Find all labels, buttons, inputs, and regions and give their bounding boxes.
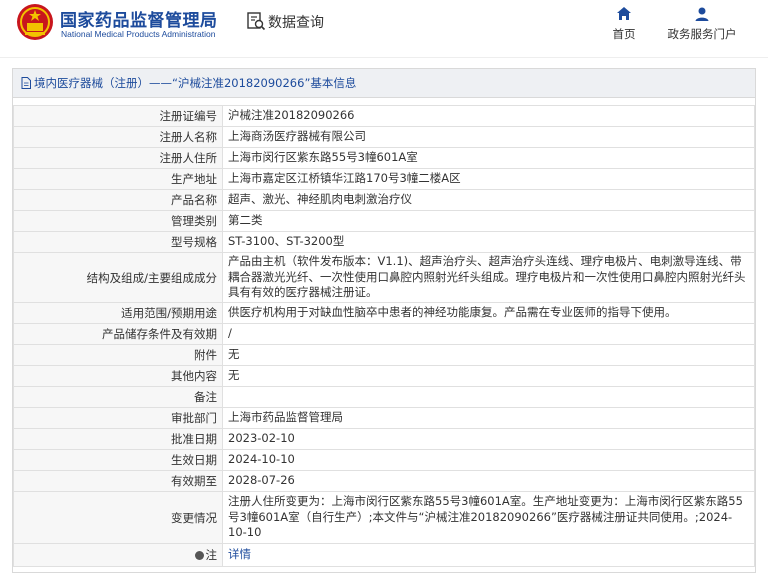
note-icon: [194, 551, 204, 560]
table-row: 生产地址 上海市嘉定区江桥镇华江路170号3幢二楼A区: [13, 168, 755, 190]
nav-home[interactable]: 首页: [606, 6, 642, 42]
breadcrumb: 境内医疗器械（注册）——“沪械注准20182090266”基本信息: [13, 69, 755, 98]
row-label: 批准日期: [13, 428, 223, 450]
row-value: 无: [222, 344, 755, 366]
breadcrumb-text: 境内医疗器械（注册）——“沪械注准20182090266”基本信息: [34, 76, 357, 90]
row-label: 有效期至: [13, 470, 223, 492]
table-row: 适用范围/预期用途 供医疗机构用于对缺血性脑卒中患者的神经功能康复。产品需在专业医…: [13, 302, 755, 324]
row-value: 产品由主机（软件发布版本：V1.1)、超声治疗头、超声治疗头连线、理疗电极片、电…: [222, 252, 755, 303]
site-header: 国家药品监督管理局 National Medical Products Admi…: [0, 0, 768, 58]
table-row: 产品名称 超声、激光、神经肌肉电刺激治疗仪: [13, 189, 755, 211]
row-value: 第二类: [222, 210, 755, 232]
details-link[interactable]: 详情: [222, 543, 755, 567]
row-label: 附件: [13, 344, 223, 366]
table-row: 注册人住所 上海市闵行区紫东路55号3幢601A室: [13, 147, 755, 169]
row-label: 管理类别: [13, 210, 223, 232]
note-label-cell: 注: [13, 543, 223, 567]
row-label: 生产地址: [13, 168, 223, 190]
row-label: 适用范围/预期用途: [13, 302, 223, 324]
row-value: 无: [222, 365, 755, 387]
row-value: 上海市嘉定区江桥镇华江路170号3幢二楼A区: [222, 168, 755, 190]
row-value: [222, 386, 755, 408]
row-label: 生效日期: [13, 449, 223, 471]
row-label: 型号规格: [13, 231, 223, 253]
row-value: 超声、激光、神经肌肉电刺激治疗仪: [222, 189, 755, 211]
row-value: /: [222, 323, 755, 345]
national-emblem-icon: [17, 4, 53, 40]
table-row: 注 详情: [13, 543, 755, 567]
row-label: 其他内容: [13, 365, 223, 387]
user-icon: [695, 7, 709, 21]
row-label: 结构及组成/主要组成成分: [13, 252, 223, 303]
row-label: 变更情况: [13, 491, 223, 544]
row-label: 审批部门: [13, 407, 223, 429]
table-row: 管理类别 第二类: [13, 210, 755, 232]
nav-service-portal-label: 政务服务门户: [667, 27, 737, 41]
table-row: 批准日期 2023-02-10: [13, 428, 755, 450]
table-row: 产品储存条件及有效期 /: [13, 323, 755, 345]
table-row: 注册人名称 上海商汤医疗器械有限公司: [13, 126, 755, 148]
data-query-icon[interactable]: [246, 11, 266, 31]
nav-home-label: 首页: [612, 27, 636, 41]
site-logo-cn[interactable]: 国家药品监督管理局: [60, 6, 218, 31]
note-label: 注: [205, 548, 218, 562]
table-row: 生效日期 2024-10-10: [13, 449, 755, 471]
data-query-link[interactable]: 数据查询: [268, 12, 324, 32]
row-label: 产品储存条件及有效期: [13, 323, 223, 345]
table-row: 审批部门 上海市药品监督管理局: [13, 407, 755, 429]
table-row: 注册证编号 沪械注准20182090266: [13, 105, 755, 127]
table-row: 有效期至 2028-07-26: [13, 470, 755, 492]
table-row: 变更情况 注册人住所变更为：上海市闵行区紫东路55号3幢601A室。生产地址变更为…: [13, 491, 755, 544]
row-label: 注册证编号: [13, 105, 223, 127]
row-value: ST-3100、ST-3200型: [222, 231, 755, 253]
document-icon: [21, 77, 31, 89]
row-value: 2024-10-10: [222, 449, 755, 471]
site-logo-en[interactable]: National Medical Products Administration: [61, 29, 216, 39]
home-icon: [617, 7, 631, 20]
row-value: 2028-07-26: [222, 470, 755, 492]
row-value: 供医疗机构用于对缺血性脑卒中患者的神经功能康复。产品需在专业医师的指导下使用。: [222, 302, 755, 324]
table-row: 附件无: [13, 344, 755, 366]
table-row: 型号规格 ST-3100、ST-3200型: [13, 231, 755, 253]
row-label: 备注: [13, 386, 223, 408]
table-row: 结构及组成/主要组成成分 产品由主机（软件发布版本：V1.1)、超声治疗头、超声治…: [13, 252, 755, 303]
row-value: 沪械注准20182090266: [222, 105, 755, 127]
row-value: 上海商汤医疗器械有限公司: [222, 126, 755, 148]
row-value: 2023-02-10: [222, 428, 755, 450]
table-row: 其他内容无: [13, 365, 755, 387]
row-label: 产品名称: [13, 189, 223, 211]
table-row: 备注: [13, 386, 755, 408]
registration-info-table: 注册证编号 沪械注准20182090266 注册人名称 上海商汤医疗器械有限公司 注…: [13, 105, 755, 567]
row-label: 注册人名称: [13, 126, 223, 148]
row-value: 上海市药品监督管理局: [222, 407, 755, 429]
nav-service-portal[interactable]: 政务服务门户: [660, 6, 744, 42]
row-value: 上海市闵行区紫东路55号3幢601A室: [222, 147, 755, 169]
detail-panel: 境内医疗器械（注册）——“沪械注准20182090266”基本信息 注册证编号沪…: [12, 68, 756, 573]
row-value: 注册人住所变更为：上海市闵行区紫东路55号3幢601A室。生产地址变更为：上海市…: [222, 491, 755, 544]
row-label: 注册人住所: [13, 147, 223, 169]
